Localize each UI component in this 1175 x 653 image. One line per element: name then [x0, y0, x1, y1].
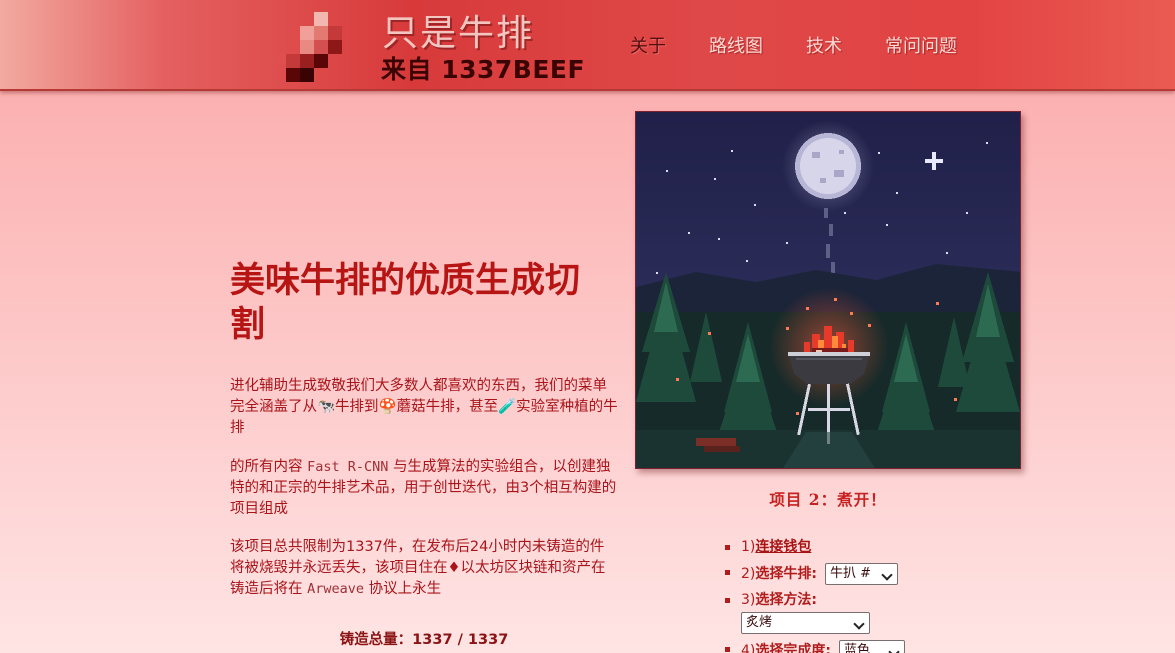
supply-text-suffix: 协议上永生: [364, 581, 442, 597]
step-label: 选择牛排:: [755, 566, 817, 582]
mint-steps: 1)连接钱包 2)选择牛排: 牛扒 # 3)选择方法: 炙烤 4)选择完成度: 蓝色…: [725, 538, 905, 653]
project-caption: 项目 2：煮开！: [769, 490, 887, 509]
nav-tech[interactable]: 技术: [806, 32, 842, 58]
site-title: 只是牛排: [382, 13, 535, 54]
steak-logo-icon[interactable]: [278, 12, 350, 82]
step-number: 2): [741, 566, 756, 582]
nav-faq[interactable]: 常问问题: [885, 32, 957, 58]
nav-roadmap[interactable]: 路线图: [709, 32, 763, 58]
step-number: 4): [741, 643, 756, 653]
step-number: 3): [741, 592, 756, 608]
method-paragraph: 的所有内容 Fast R-CNN 与生成算法的实验组合，以创建独特的和正宗的牛排…: [230, 457, 618, 520]
step-number: 1): [741, 539, 756, 555]
mint-total: 铸造总量：1337 / 1337: [339, 632, 509, 648]
site-header: 只是牛排 来自 1337BEEF 关于 路线图 技术 常问问题: [0, 0, 1175, 91]
connect-wallet-link[interactable]: 连接钱包: [755, 539, 811, 555]
arweave-term: Arweave: [307, 581, 365, 597]
site-subtitle: 来自 1337BEEF: [381, 55, 586, 84]
campfire-grill-scene: [636, 112, 1020, 468]
intro-paragraph: 进化辅助生成致敬我们大多数人都喜欢的东西，我们的菜单完全涵盖了从🐄牛排到🍄蘑菇牛…: [230, 378, 618, 436]
hero-title: 美味牛排的优质生成切割: [230, 261, 581, 345]
doneness-select[interactable]: 蓝色的: [838, 640, 905, 653]
project-artwork: [635, 111, 1021, 469]
nav-about[interactable]: 关于: [630, 32, 666, 58]
step-choose-doneness: 4)选择完成度: 蓝色的: [725, 640, 905, 653]
step-connect-wallet: 1)连接钱包: [725, 538, 905, 557]
step-choose-method: 3)选择方法: 炙烤: [725, 591, 905, 634]
method-select[interactable]: 炙烤: [741, 612, 870, 634]
fast-rcnn-term: Fast R-CNN: [307, 459, 389, 475]
step-label: 选择完成度:: [755, 643, 831, 653]
steak-select[interactable]: 牛扒 #: [824, 563, 898, 585]
step-label: 选择方法:: [755, 592, 817, 608]
main-nav: 关于 路线图 技术 常问问题: [630, 32, 1000, 58]
method-text-prefix: 的所有内容: [230, 459, 308, 475]
step-choose-steak: 2)选择牛排: 牛扒 #: [725, 563, 905, 585]
supply-paragraph: 该项目总共限制为1337件，在发布后24小时内未铸造的件将被烧毁并永远丢失，该项…: [230, 537, 618, 600]
